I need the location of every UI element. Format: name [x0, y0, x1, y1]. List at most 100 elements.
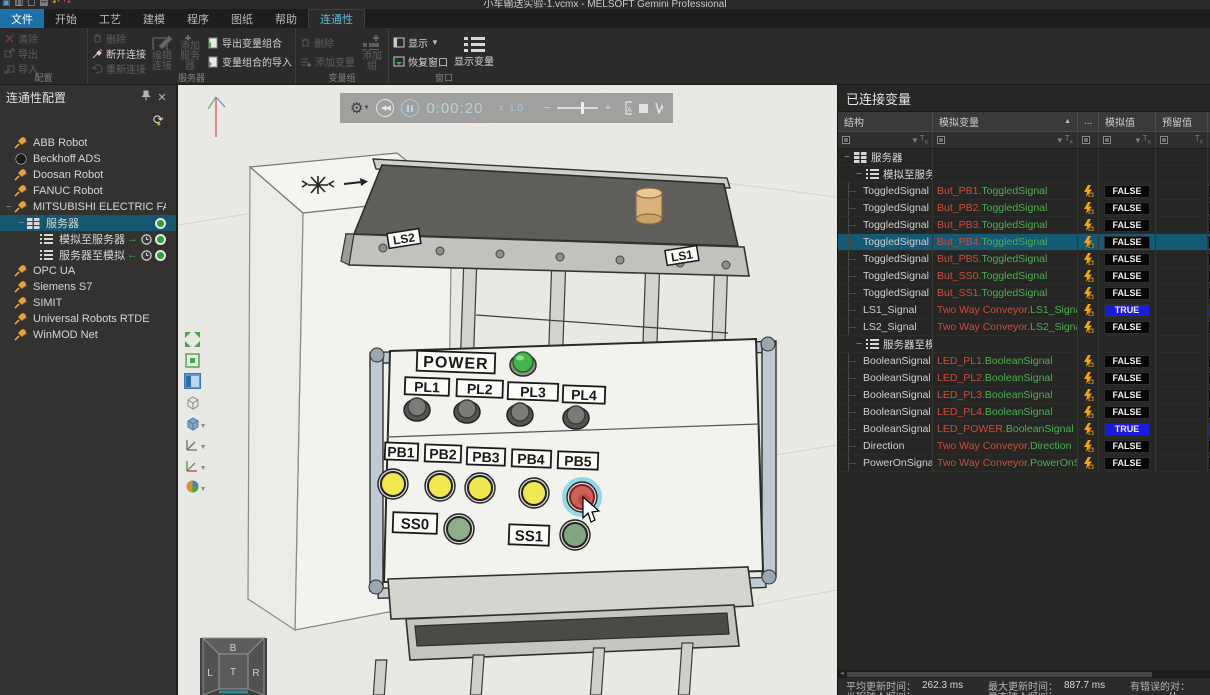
filter-checkbox-icon[interactable] — [1160, 136, 1168, 144]
tab-1[interactable]: 开始 — [44, 9, 88, 28]
display-menu-button[interactable]: 显示▼ — [393, 36, 448, 49]
edit-connection-button[interactable]: 编辑连接 — [151, 32, 173, 72]
close-panel-icon[interactable]: ✕ — [154, 91, 170, 104]
filter-checkbox-icon[interactable] — [1103, 136, 1111, 144]
tree-item[interactable]: ABB Robot — [0, 135, 176, 151]
shaded-cube-icon[interactable]: ▼ — [184, 415, 201, 431]
tab-file[interactable]: 文件 — [0, 9, 44, 28]
tab-2[interactable]: 工艺 — [88, 9, 132, 28]
tab-3[interactable]: 建模 — [132, 9, 176, 28]
vr-mode-icon[interactable] — [655, 102, 663, 114]
tree-item[interactable]: 服务器至模拟← — [0, 247, 176, 263]
add-variable-button[interactable]: 添加变量 — [300, 55, 355, 68]
pb2-button[interactable] — [425, 471, 455, 501]
tree-item[interactable]: Beckhoff ADS — [0, 151, 176, 167]
table-row[interactable]: ToggledSignalBut_PB2.ToggledSignalFALSE — [838, 200, 1210, 217]
pb4-button[interactable] — [519, 478, 549, 508]
table-row[interactable]: DirectionTwo Way Conveyor.DirectionFALSE — [838, 438, 1210, 455]
table-row[interactable]: BooleanSignalLED_PL1.BooleanSignalFALSE — [838, 353, 1210, 370]
view-panel-icon[interactable] — [184, 373, 201, 389]
speed-decrease-icon[interactable]: − — [544, 102, 550, 114]
speed-slider[interactable] — [557, 107, 597, 109]
table-row[interactable]: BooleanSignalLED_PL3.BooleanSignalFALSE — [838, 387, 1210, 404]
export-button[interactable]: 导出 — [4, 47, 38, 60]
filter-checkbox-icon[interactable] — [842, 136, 850, 144]
3d-viewport[interactable]: LS2 LS1 — [178, 85, 837, 695]
table-row[interactable]: ToggledSignalBut_PB1.ToggledSignalFALSE — [838, 183, 1210, 200]
table-row[interactable]: ToggledSignalBut_SS1.ToggledSignalFALSE — [838, 285, 1210, 302]
frame-axis-icon[interactable]: ▼ — [184, 457, 201, 473]
pl4-lamp[interactable] — [563, 406, 589, 429]
tree-item[interactable]: −MITSUBISHI ELECTRIC FA — [0, 199, 176, 215]
tree-item[interactable]: OPC UA — [0, 263, 176, 279]
tab-6[interactable]: 帮助 — [264, 9, 308, 28]
column-header-sim-variable[interactable]: 模拟变量▲ — [933, 112, 1078, 131]
pl1-lamp[interactable] — [404, 398, 430, 421]
column-header-reserved-value[interactable]: 预留值 — [1156, 112, 1208, 131]
table-row[interactable]: ToggledSignalBut_PB4.ToggledSignalFALSE — [838, 234, 1210, 251]
delete-variable-button[interactable]: 删除 — [300, 36, 355, 49]
table-row[interactable]: PowerOnSignalTwo Way Conveyor.PowerOnSig… — [838, 455, 1210, 472]
pb3-button[interactable] — [465, 473, 495, 503]
view-navigation-cube[interactable]: B L T R — [200, 638, 267, 695]
tree-item[interactable]: Doosan Robot — [0, 167, 176, 183]
filter-structure[interactable]: ▼Tx — [838, 132, 933, 148]
pl2-lamp[interactable] — [454, 400, 480, 423]
show-variables-button[interactable]: 显示变量 — [453, 32, 495, 72]
filter-checkbox-icon[interactable] — [937, 136, 945, 144]
pause-button[interactable] — [401, 99, 419, 117]
tree-item[interactable]: Universal Robots RTDE — [0, 311, 176, 327]
scrollbar-thumb[interactable] — [847, 672, 1152, 677]
table-group-row[interactable]: −服务器 — [838, 149, 1210, 166]
conveyor[interactable]: LS2 LS1 — [341, 159, 749, 276]
render-mode-sphere-icon[interactable]: ▼ — [184, 478, 201, 494]
tree-item[interactable]: FANUC Robot — [0, 183, 176, 199]
move-axis-icon[interactable]: ▼ — [184, 436, 201, 452]
import-variable-group-button[interactable]: 变量组合的导入 — [207, 55, 292, 68]
restore-window-button[interactable]: 恢复窗口 — [393, 55, 448, 68]
zoom-selection-icon[interactable] — [184, 352, 201, 368]
table-row[interactable]: BooleanSignalLED_POWER.BooleanSignalTRUE — [838, 421, 1210, 438]
disconnect-button[interactable]: 断开连接 — [92, 47, 146, 60]
tree-item[interactable]: −服务器 — [0, 215, 176, 231]
wireframe-cube-icon[interactable] — [184, 394, 201, 410]
table-row[interactable]: BooleanSignalLED_PL4.BooleanSignalFALSE — [838, 404, 1210, 421]
refresh-icon[interactable]: ⟳● — [153, 112, 168, 128]
tree-item[interactable]: Siemens S7 — [0, 279, 176, 295]
table-row[interactable]: ToggledSignalBut_PB5.ToggledSignalFALSE — [838, 251, 1210, 268]
table-row[interactable]: BooleanSignalLED_PL2.BooleanSignalFALSE — [838, 370, 1210, 387]
scroll-left-icon[interactable]: ◄ — [839, 671, 845, 678]
pb1-button[interactable] — [378, 469, 408, 499]
table-group-row[interactable]: −服务器至模拟 — [838, 336, 1210, 353]
record-video-icon[interactable] — [639, 103, 648, 114]
collapse-icon[interactable]: − — [842, 152, 852, 163]
tree-item[interactable]: WinMOD Net — [0, 327, 176, 343]
filter-sim-value[interactable]: ▼Tx — [1099, 132, 1156, 148]
tab-7[interactable]: 连通性 — [308, 9, 365, 28]
fit-view-icon[interactable] — [184, 331, 201, 347]
table-group-row[interactable]: −模拟至服务器 — [838, 166, 1210, 183]
column-header-structure[interactable]: 结构 — [838, 112, 933, 131]
collapse-icon[interactable]: − — [17, 218, 26, 229]
settings-gear-icon[interactable]: ⚙▼ — [350, 101, 369, 116]
ss0-switch[interactable] — [444, 514, 474, 544]
column-header-sim-value[interactable]: 模拟值 — [1099, 112, 1156, 131]
export-pdf-icon[interactable]: A — [624, 101, 632, 115]
table-row[interactable]: ToggledSignalBut_PB3.ToggledSignalFALSE — [838, 217, 1210, 234]
pin-icon[interactable] — [138, 90, 154, 104]
tab-4[interactable]: 程序 — [176, 9, 220, 28]
clear-button[interactable]: 清除 — [4, 32, 38, 45]
pl3-lamp[interactable] — [507, 403, 533, 426]
tree-item[interactable]: SIMIT — [0, 295, 176, 311]
column-header-connection[interactable]: ... — [1078, 112, 1099, 131]
horizontal-scrollbar[interactable]: ◄ — [838, 671, 1210, 678]
filter-connection[interactable] — [1078, 132, 1099, 148]
delete-server-button[interactable]: 删除 — [92, 32, 146, 45]
ss1-switch[interactable] — [560, 520, 590, 550]
table-row[interactable]: LS1_SignalTwo Way Conveyor.LS1_SignalTRU… — [838, 302, 1210, 319]
export-variable-group-button[interactable]: 导出变量组合 — [207, 36, 292, 49]
tree-item[interactable]: 模拟至服务器→ — [0, 231, 176, 247]
add-group-button[interactable]: 添加组 — [360, 32, 384, 72]
table-row[interactable]: ToggledSignalBut_SS0.ToggledSignalFALSE — [838, 268, 1210, 285]
speed-increase-icon[interactable]: + — [605, 102, 611, 114]
